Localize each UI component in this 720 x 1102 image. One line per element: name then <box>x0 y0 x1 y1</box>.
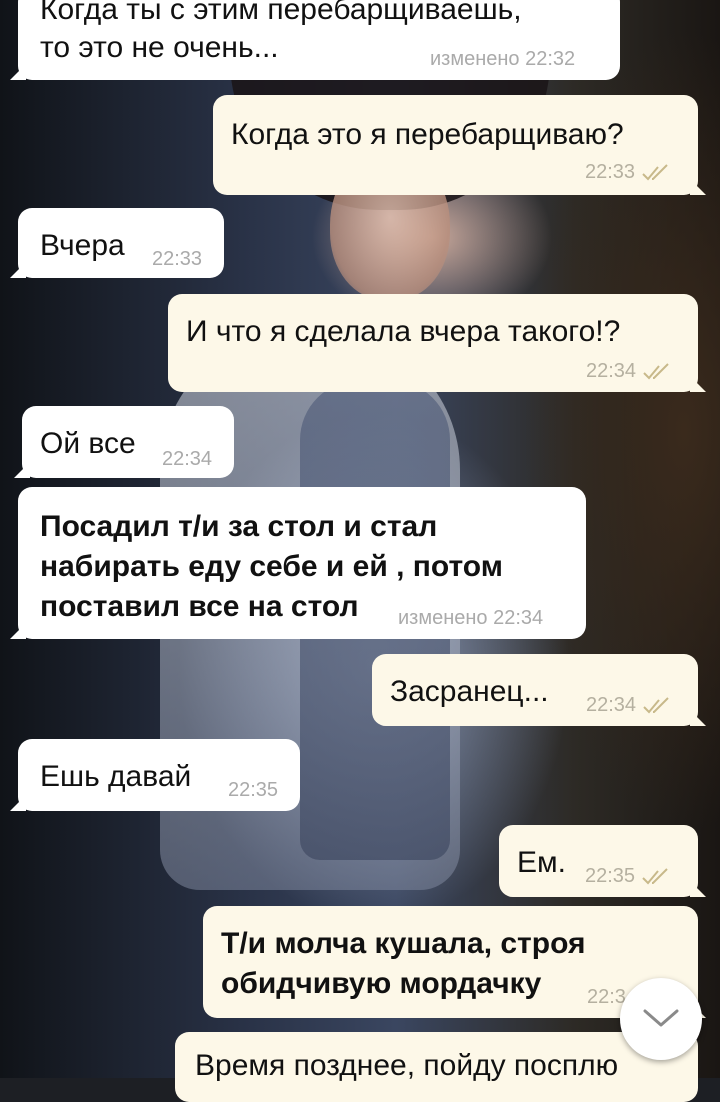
message-text: то это не очень... <box>40 31 279 64</box>
message-time: 22:35 <box>585 865 671 888</box>
message-time: 22:34 <box>162 448 213 470</box>
message-time: 22:34 <box>586 360 672 383</box>
message-text: И что я сделала вчера такого!? <box>186 315 621 348</box>
bubble-tail <box>14 462 30 478</box>
bubble-tail <box>690 179 706 195</box>
message-text: набирать еду себе и ей , потом <box>40 550 503 583</box>
message-time: изменено 22:34 <box>398 607 544 629</box>
message-incoming[interactable]: Ешь давай 22:35 <box>10 739 300 811</box>
message-text: Вчера <box>40 229 125 262</box>
message-time: 22:33 <box>585 161 671 184</box>
message-incoming[interactable]: Ой все 22:34 <box>14 406 234 478</box>
message-outgoing[interactable]: Засранец... 22:34 <box>372 654 706 726</box>
message-time: 22:33 <box>152 248 203 270</box>
message-text: Засранец... <box>390 675 549 708</box>
message-text: Ой все <box>40 427 136 460</box>
message-outgoing[interactable]: Когда это я перебарщиваю? 22:33 <box>213 95 706 195</box>
message-incoming[interactable]: Вчера 22:33 <box>10 208 224 278</box>
message-text: поставил все на стол <box>40 590 359 623</box>
double-check-icon <box>642 163 668 180</box>
bubble-tail <box>690 710 706 726</box>
bubble-tail <box>690 376 706 392</box>
message-text: Посадил т/и за стол и стал <box>40 510 438 543</box>
message-text: Когда это я перебарщиваю? <box>231 118 624 151</box>
message-time: 22:3 <box>587 986 626 1008</box>
scroll-to-bottom-button[interactable] <box>620 978 702 1060</box>
message-time: 22:34 <box>586 694 672 717</box>
bubble-tail <box>10 795 26 811</box>
double-check-icon <box>643 362 669 379</box>
double-check-icon <box>643 696 669 713</box>
message-outgoing[interactable]: Время позднее, пойду посплю <box>175 1032 698 1102</box>
message-text: Ешь давай <box>40 760 192 793</box>
message-time: 22:35 <box>228 779 279 801</box>
message-text: Ем. <box>517 846 566 879</box>
double-check-icon <box>642 867 668 884</box>
message-text: Т/и молча кушала, строя <box>221 927 586 960</box>
chevron-down-icon <box>643 1009 679 1027</box>
bubble-tail <box>10 262 26 278</box>
message-text: Время позднее, пойду посплю <box>195 1049 619 1082</box>
message-outgoing[interactable]: Ем. 22:35 <box>499 825 706 897</box>
message-time: изменено 22:32 <box>430 48 576 70</box>
message-text: Когда ты с этим перебарщиваешь, <box>40 0 522 26</box>
message-incoming[interactable]: Когда ты с этим перебарщиваешь, то это н… <box>10 0 620 80</box>
message-incoming[interactable]: Посадил т/и за стол и стал набирать еду … <box>10 487 586 639</box>
message-text: обидчивую мордачку <box>221 967 542 1000</box>
bubble-tail <box>690 881 706 897</box>
bubble-tail <box>10 64 26 80</box>
message-outgoing[interactable]: И что я сделала вчера такого!? 22:34 <box>168 294 706 392</box>
message-list[interactable]: Когда ты с этим перебарщиваешь, то это н… <box>0 0 720 1102</box>
bubble-tail <box>10 623 26 639</box>
